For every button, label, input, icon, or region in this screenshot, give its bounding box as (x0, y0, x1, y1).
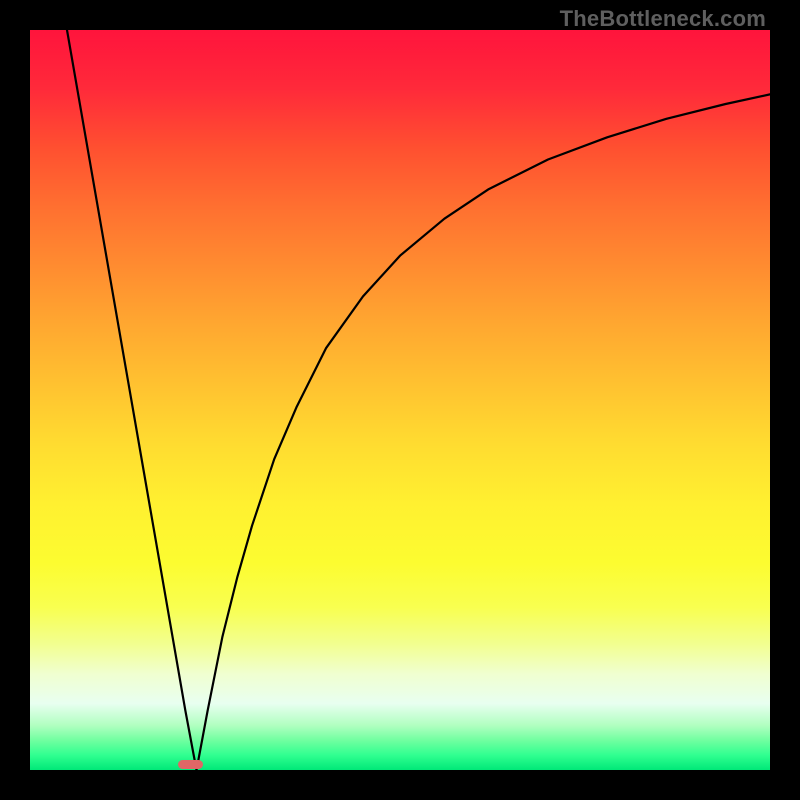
curve-path (67, 30, 770, 770)
watermark-text: TheBottleneck.com (560, 6, 766, 32)
minimum-marker (178, 760, 203, 769)
chart-container: TheBottleneck.com (0, 0, 800, 800)
curve-svg (30, 30, 770, 770)
plot-area (30, 30, 770, 770)
